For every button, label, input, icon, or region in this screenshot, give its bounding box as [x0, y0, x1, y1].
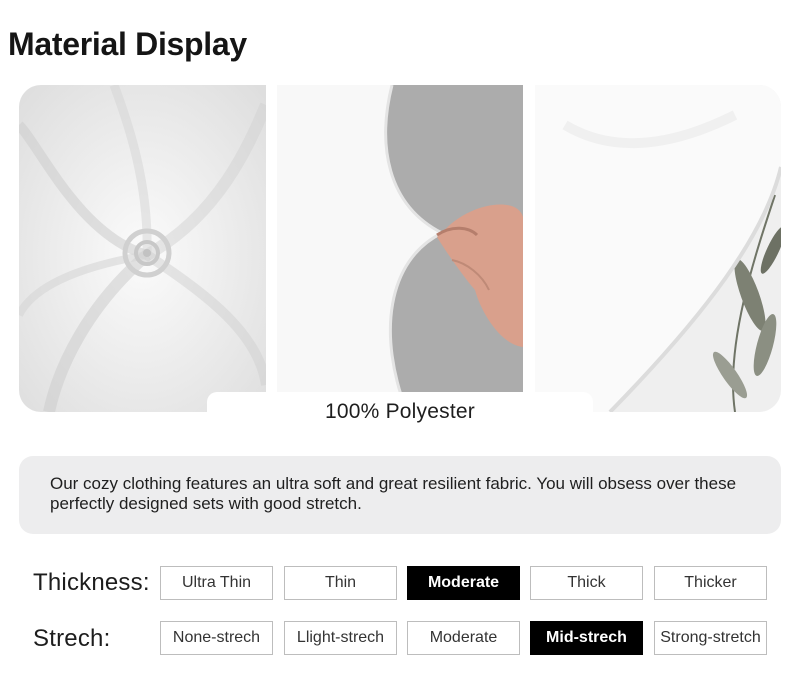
thickness-option-thin: Thin	[284, 566, 397, 600]
material-gallery	[19, 85, 781, 412]
thickness-option-thicker: Thicker	[654, 566, 767, 600]
material-caption: 100% Polyester	[207, 392, 593, 432]
description-box: Our cozy clothing features an ultra soft…	[19, 456, 781, 534]
stretch-option-light: Llight-strech	[284, 621, 397, 655]
stretch-option-mid-selected: Mid-strech	[530, 621, 643, 655]
thickness-option-thick: Thick	[530, 566, 643, 600]
stretch-option-none: None-strech	[160, 621, 273, 655]
thickness-label: Thickness:	[33, 569, 150, 596]
stretch-option-moderate: Moderate	[407, 621, 520, 655]
fabric-edge-image	[535, 85, 781, 412]
stretch-fabric-image	[277, 85, 523, 412]
thickness-option-moderate-selected: Moderate	[407, 566, 520, 600]
page-title: Material Display	[8, 26, 247, 62]
description-text: Our cozy clothing features an ultra soft…	[50, 474, 737, 513]
stretch-option-strong: Strong-stretch	[654, 621, 767, 655]
stretch-label: Strech:	[33, 625, 111, 652]
thickness-option-ultra-thin: Ultra Thin	[160, 566, 273, 600]
swirl-fabric-image	[19, 85, 266, 412]
